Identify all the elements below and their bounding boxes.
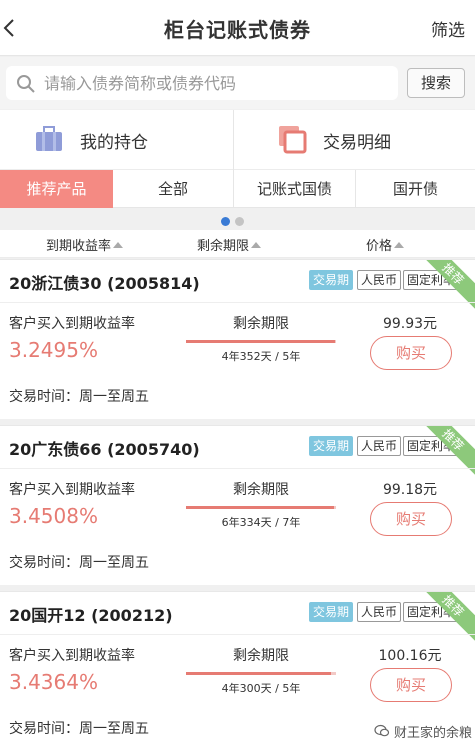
sort-by-term[interactable]: 剩余期限 — [197, 235, 262, 254]
tab-all[interactable]: 全部 — [113, 170, 234, 208]
yield-value: 3.4364% — [9, 670, 98, 694]
search-button[interactable]: 搜索 — [407, 68, 465, 98]
search-bar: 搜索 — [0, 57, 475, 109]
price-value: 99.93元 — [382, 316, 438, 332]
search-box — [6, 66, 398, 100]
divider — [0, 634, 475, 635]
sort-price-label: 价格 — [366, 239, 393, 254]
bond-name: 20广东债66 (2005740) — [9, 440, 200, 459]
trade-time: 交易时间：周一至周五 — [9, 389, 149, 405]
term-label: 剩余期限 — [233, 482, 289, 498]
yield-value: 3.4508% — [9, 504, 98, 528]
tag-trading-period: 交易期 — [309, 436, 354, 456]
tab-cdb-bonds[interactable]: 国开债 — [356, 170, 475, 208]
divider — [0, 302, 475, 303]
tag-currency: 人民币 — [357, 436, 402, 456]
yield-value: 3.2495% — [9, 338, 98, 362]
sort-arrow-icon — [251, 242, 262, 248]
trade-details-label: 交易明细 — [323, 133, 391, 153]
sort-term-label: 剩余期限 — [197, 239, 250, 254]
sort-arrow-icon — [113, 242, 124, 248]
term-value: 4年300天 / 5年 — [221, 682, 301, 695]
tag-trading-period: 交易期 — [309, 270, 354, 290]
term-value: 4年352天 / 5年 — [221, 350, 301, 363]
watermark: 财王家的余粮 — [374, 720, 474, 742]
my-holdings-button[interactable]: 我的持仓 — [0, 110, 234, 170]
bond-name: 20国开12 (200212) — [9, 606, 173, 625]
bond-name: 20浙江债30 (2005814) — [9, 274, 200, 293]
wechat-icon — [374, 724, 390, 737]
term-progress-bar — [186, 506, 336, 509]
sort-bar: 到期收益率 剩余期限 价格 — [0, 230, 475, 258]
term-value: 6年334天 / 7年 — [221, 516, 301, 529]
category-tabs: 推荐产品 全部 记账式国债 国开债 — [0, 170, 475, 208]
term-progress-fill — [186, 340, 335, 343]
trade-time: 交易时间：周一至周五 — [9, 555, 149, 571]
tag-currency: 人民币 — [357, 602, 402, 622]
trade-time: 交易时间：周一至周五 — [9, 721, 149, 737]
sort-by-yield[interactable]: 到期收益率 — [46, 235, 124, 254]
sort-yield-label: 到期收益率 — [46, 239, 112, 254]
term-progress-fill — [186, 506, 335, 509]
filter-button[interactable]: 筛选 — [431, 16, 465, 41]
bond-card[interactable]: 20浙江债30 (2005814) 交易期 人民币 固定利率 推荐 客户买入到期… — [0, 259, 475, 419]
page-dot[interactable] — [235, 217, 244, 226]
yield-label: 客户买入到期收益率 — [9, 482, 135, 498]
yield-label: 客户买入到期收益率 — [9, 648, 135, 664]
buy-button[interactable]: 购买 — [370, 336, 452, 370]
price-value: 99.18元 — [382, 482, 438, 498]
trade-details-button[interactable]: 交易明细 — [235, 110, 475, 170]
watermark-text: 财王家的余粮 — [394, 726, 473, 741]
bond-card[interactable]: 20广东债66 (2005740) 交易期 人民币 固定利率 推荐 客户买入到期… — [0, 425, 475, 585]
trade-details-icon — [279, 126, 307, 154]
term-progress-bar — [186, 672, 336, 675]
search-icon — [17, 75, 35, 93]
page-title: 柜台记账式债券 — [164, 18, 311, 42]
tag-currency: 人民币 — [357, 270, 402, 290]
yield-label: 客户买入到期收益率 — [9, 316, 135, 332]
quick-entry-bar: 我的持仓 交易明细 — [0, 110, 475, 170]
page-dot-active[interactable] — [221, 217, 230, 226]
term-progress-fill — [186, 672, 331, 675]
buy-button[interactable]: 购买 — [370, 668, 452, 702]
term-label: 剩余期限 — [233, 316, 289, 332]
sort-by-price[interactable]: 价格 — [366, 235, 405, 254]
page-indicator — [0, 208, 475, 230]
term-label: 剩余期限 — [233, 648, 289, 664]
tag-trading-period: 交易期 — [309, 602, 354, 622]
tab-recommended[interactable]: 推荐产品 — [0, 170, 113, 208]
briefcase-icon — [36, 126, 62, 151]
search-input[interactable] — [44, 66, 394, 100]
buy-button[interactable]: 购买 — [370, 502, 452, 536]
my-holdings-label: 我的持仓 — [80, 133, 148, 153]
price-value: 100.16元 — [378, 648, 442, 664]
tab-book-entry-treasury[interactable]: 记账式国债 — [234, 170, 356, 208]
term-progress-bar — [186, 340, 336, 343]
nav-bar: 柜台记账式债券 筛选 — [0, 0, 475, 56]
divider — [0, 468, 475, 469]
sort-arrow-icon — [394, 242, 405, 248]
